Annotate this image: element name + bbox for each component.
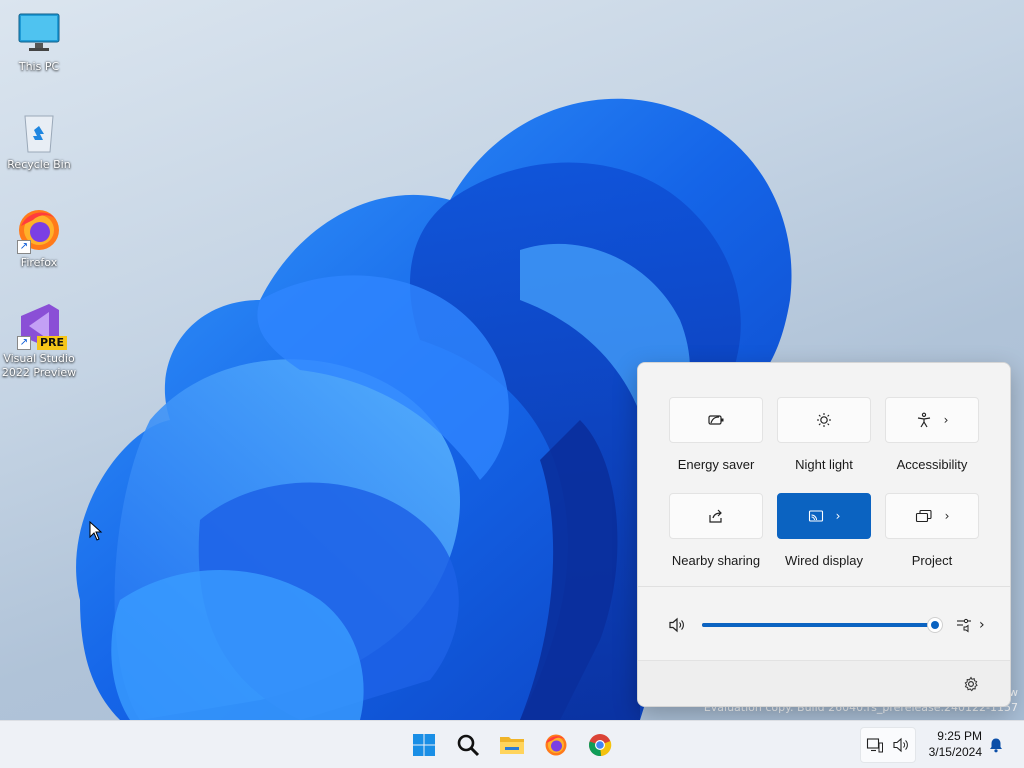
recycle-bin-icon: [15, 108, 63, 156]
quick-settings-footer: [638, 660, 1010, 706]
tile-label: Nearby sharing: [671, 553, 761, 568]
audio-output-selector[interactable]: ›: [955, 617, 985, 633]
shortcut-arrow-icon: ↗: [17, 240, 31, 254]
cast-icon: [808, 510, 823, 522]
folder-icon: [500, 737, 524, 754]
volume-slider-fill: [702, 623, 935, 627]
clock-time: 9:25 PM: [937, 729, 982, 743]
chrome-icon: [589, 734, 612, 757]
tile-label: Night light: [795, 457, 853, 472]
speaker-icon[interactable]: [668, 617, 686, 633]
search-icon: [457, 734, 480, 757]
chevron-right-icon: ›: [944, 509, 950, 523]
bell-icon[interactable]: [988, 737, 1004, 753]
clock[interactable]: 9:25 PM 3/15/2024: [922, 728, 982, 760]
quick-settings-body: Energy saver Night light › Accessibility…: [638, 363, 1010, 660]
mouse-cursor-icon: [89, 521, 103, 541]
desktop-icon-label: Visual Studio 2022 Preview: [1, 352, 77, 379]
nearby-sharing-icon: [709, 509, 722, 523]
volume-row: ›: [668, 613, 988, 637]
taskbar: 9:25 PM 3/15/2024: [0, 720, 1024, 768]
desktop-icon-label: Recycle Bin: [7, 158, 71, 171]
file-explorer-button[interactable]: [496, 729, 528, 761]
tile-accessibility: › Accessibility: [885, 397, 979, 472]
volume-slider-thumb[interactable]: [927, 617, 943, 633]
tile-night-light: Night light: [777, 397, 871, 472]
tile-label: Project: [911, 553, 953, 568]
windows-start-icon: [413, 734, 435, 756]
night-light-toggle[interactable]: [777, 397, 871, 443]
chevron-right-icon: ›: [979, 617, 985, 633]
desktop-icon-label: Firefox: [20, 256, 58, 269]
search-button[interactable]: [452, 729, 484, 761]
monitor-icon: [15, 10, 63, 58]
desktop-icon-this-pc[interactable]: This PC: [0, 10, 78, 74]
visual-studio-preview-icon: ↗ PRE: [15, 302, 67, 350]
firefox-icon: ↗: [15, 206, 63, 254]
panel-divider: [638, 586, 1010, 587]
nearby-sharing-toggle[interactable]: [669, 493, 763, 539]
desktop-icon-firefox[interactable]: ↗ Firefox: [0, 206, 78, 270]
wired-display-toggle[interactable]: ›: [777, 493, 871, 539]
audio-mixer-icon: [957, 618, 971, 633]
accessibility-icon: [917, 412, 930, 428]
chevron-right-icon: ›: [835, 509, 841, 523]
firefox-icon: [545, 734, 567, 756]
tile-nearby-sharing: Nearby sharing: [669, 493, 763, 568]
system-tray-quick-settings-button[interactable]: [860, 727, 916, 763]
speaker-icon: [893, 737, 908, 753]
tile-label: Energy saver: [677, 457, 755, 472]
chrome-taskbar-button[interactable]: [584, 729, 616, 761]
project-icon: [915, 509, 932, 523]
tile-project: › Project: [885, 493, 979, 568]
start-button[interactable]: [408, 729, 440, 761]
gear-icon[interactable]: [963, 676, 979, 692]
desktop-icon-recycle-bin[interactable]: Recycle Bin: [0, 108, 78, 172]
tile-energy-saver: Energy saver: [669, 397, 763, 472]
shortcut-arrow-icon: ↗: [17, 336, 31, 350]
desktop-icon-label: This PC: [18, 60, 60, 73]
chevron-right-icon: ›: [943, 413, 949, 427]
accessibility-toggle[interactable]: ›: [885, 397, 979, 443]
clock-date: 3/15/2024: [928, 745, 982, 759]
desktop-icon-visual-studio-preview[interactable]: ↗ PRE Visual Studio 2022 Preview: [0, 302, 78, 380]
network-icon: [866, 738, 883, 753]
quick-settings-panel: Energy saver Night light › Accessibility…: [637, 362, 1011, 707]
tile-wired-display: › Wired display: [777, 493, 871, 568]
tile-label: Accessibility: [896, 457, 968, 472]
night-light-icon: [817, 413, 831, 427]
energy-saver-icon: [708, 415, 724, 425]
tile-label: Wired display: [784, 553, 864, 568]
energy-saver-toggle[interactable]: [669, 397, 763, 443]
project-toggle[interactable]: ›: [885, 493, 979, 539]
volume-slider[interactable]: [702, 617, 943, 633]
firefox-taskbar-button[interactable]: [540, 729, 572, 761]
preview-badge: PRE: [36, 336, 67, 350]
